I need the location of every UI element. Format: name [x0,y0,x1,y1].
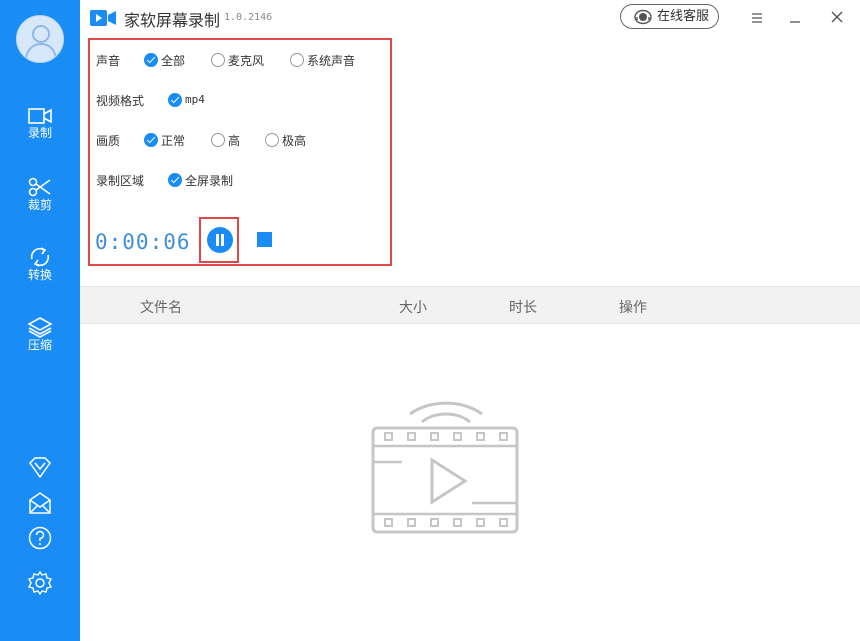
online-service-button[interactable]: 在线客服 [620,4,719,29]
sidebar-item-convert[interactable]: 转换 [0,246,80,302]
empty-video-illustration-icon [371,401,519,534]
column-duration[interactable]: 时长 [509,297,537,317]
radio-unchecked [211,133,225,147]
close-icon[interactable] [826,7,848,29]
radio-checked [144,53,158,67]
pause-button-highlight[interactable] [199,217,239,263]
audio-row: 声音 全部 麦克风 系统声音 [96,50,386,70]
radio-checked [168,93,182,107]
minimize-icon[interactable] [784,7,806,29]
quality-option-normal-label: 正常 [161,134,186,148]
area-option-fullscreen-label: 全屏录制 [185,174,234,188]
quality-option-ultra-label: 极高 [282,134,307,148]
radio-unchecked [290,53,304,67]
layers-icon [27,317,53,338]
quality-label: 画质 [96,134,121,148]
sidebar-item-record[interactable]: 录制 [0,106,80,162]
area-row: 录制区域 全屏录制 [96,170,386,190]
format-option-mp4-label: mp4 [185,93,205,106]
convert-icon [30,247,50,267]
avatar[interactable] [16,15,64,63]
sidebar-item-trim[interactable]: 裁剪 [0,176,80,232]
user-avatar-icon [25,25,57,59]
app-logo-icon [90,10,116,26]
audio-label: 声音 [96,54,121,68]
sidebar-item-label: 裁剪 [27,198,52,212]
app-version: 1.0.2146 [224,12,273,23]
help-icon[interactable] [27,525,53,551]
quality-option-high-label: 高 [228,134,241,148]
format-row: 视频格式 mp4 [96,90,386,110]
audio-option-all-label: 全部 [161,54,186,68]
sidebar-item-compress[interactable]: 压缩 [0,316,80,372]
scissors-icon [28,177,51,197]
quality-row: 画质 正常 高 极高 [96,130,386,150]
column-filename[interactable]: 文件名 [140,297,182,317]
recording-timer: 0:00:06 [95,230,191,254]
app-window: 录制 裁剪 转换 压缩 家软屏幕录制 1.0.2146 在线客服 声音 全部 麦… [0,0,860,641]
menu-icon[interactable] [746,7,768,29]
area-label: 录制区域 [96,174,145,188]
format-label: 视频格式 [96,94,145,108]
online-service-label: 在线客服 [657,9,710,24]
sidebar-item-label: 录制 [27,126,52,140]
headset-icon [634,9,652,25]
radio-checked [144,133,158,147]
vip-diamond-icon[interactable] [27,455,53,481]
sidebar-item-label: 转换 [27,268,52,282]
audio-option-system-label: 系统声音 [307,54,356,68]
app-title: 家软屏幕录制 [124,11,221,30]
video-camera-icon [28,108,52,124]
mail-icon[interactable] [27,490,53,516]
recording-settings-panel: 声音 全部 麦克风 系统声音 视频格式 mp4 画质 正常 高 极高 录制区域 … [88,38,392,266]
column-size[interactable]: 大小 [399,297,427,317]
file-table-header: 文件名 大小 时长 操作 [80,286,860,324]
audio-option-mic-label: 麦克风 [228,54,265,68]
column-actions: 操作 [619,300,647,316]
radio-unchecked [211,53,225,67]
pause-button[interactable] [207,227,233,253]
radio-checked [168,173,182,187]
stop-button[interactable] [257,232,272,247]
sidebar-item-label: 压缩 [27,338,52,352]
settings-icon[interactable] [27,570,53,596]
title-bar: 家软屏幕录制 1.0.2146 在线客服 [80,0,860,36]
radio-unchecked [265,133,279,147]
sidebar: 录制 裁剪 转换 压缩 [0,0,80,641]
